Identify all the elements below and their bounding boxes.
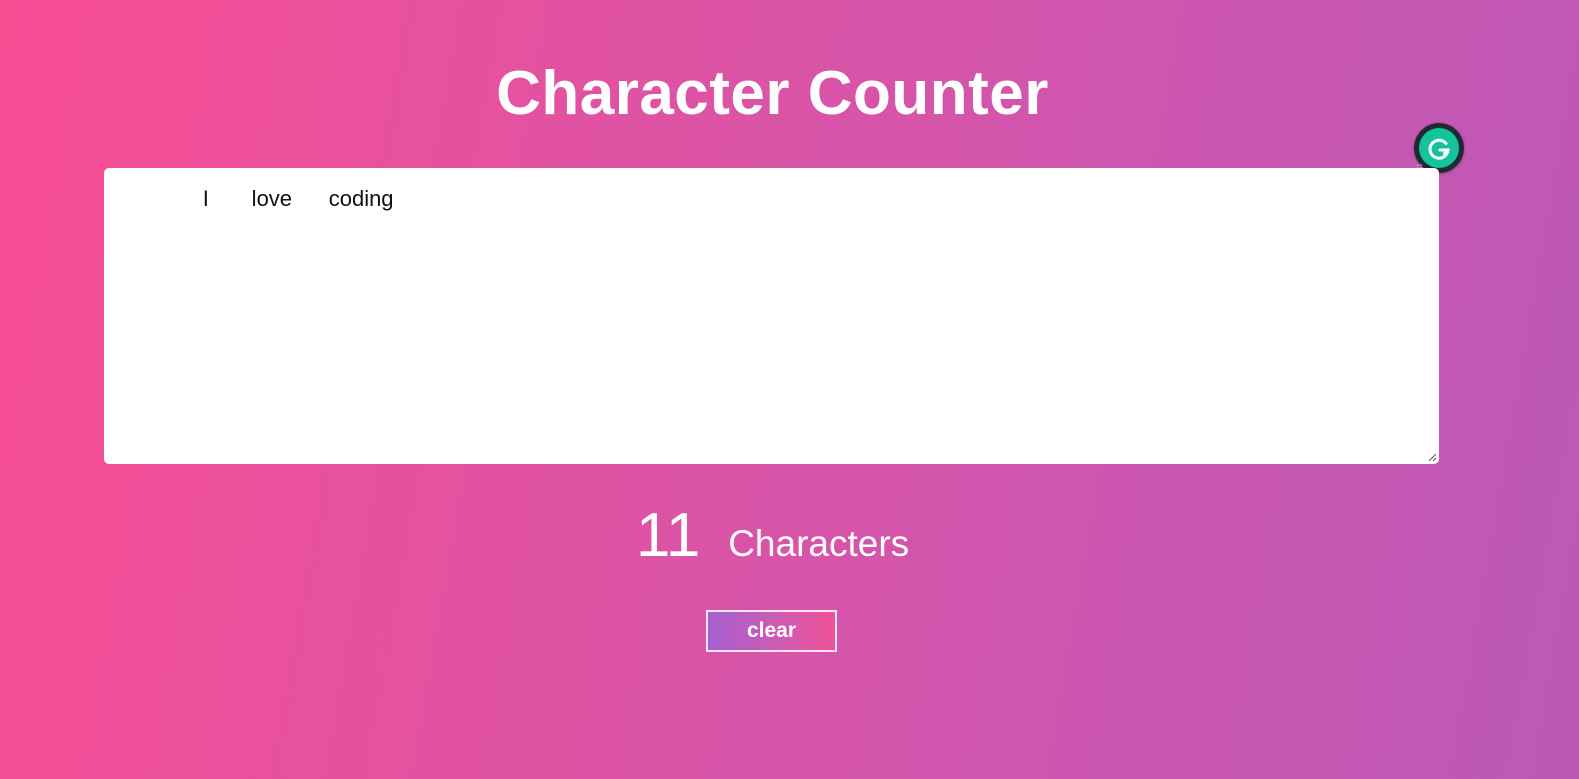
clear-button[interactable]: clear xyxy=(706,610,837,652)
grammarly-g-icon xyxy=(1428,138,1450,160)
character-count-label: Characters xyxy=(728,523,910,564)
text-input-value: I love coding xyxy=(160,186,394,211)
grammarly-logo xyxy=(1419,128,1459,168)
grammarly-icon[interactable] xyxy=(1414,123,1464,173)
character-counter: 11 Characters xyxy=(0,500,1545,571)
resize-handle-icon[interactable] xyxy=(1427,452,1437,462)
text-input[interactable]: I love coding xyxy=(104,168,1439,464)
page-title: Character Counter xyxy=(496,59,1049,128)
character-count: 11 xyxy=(635,501,701,570)
